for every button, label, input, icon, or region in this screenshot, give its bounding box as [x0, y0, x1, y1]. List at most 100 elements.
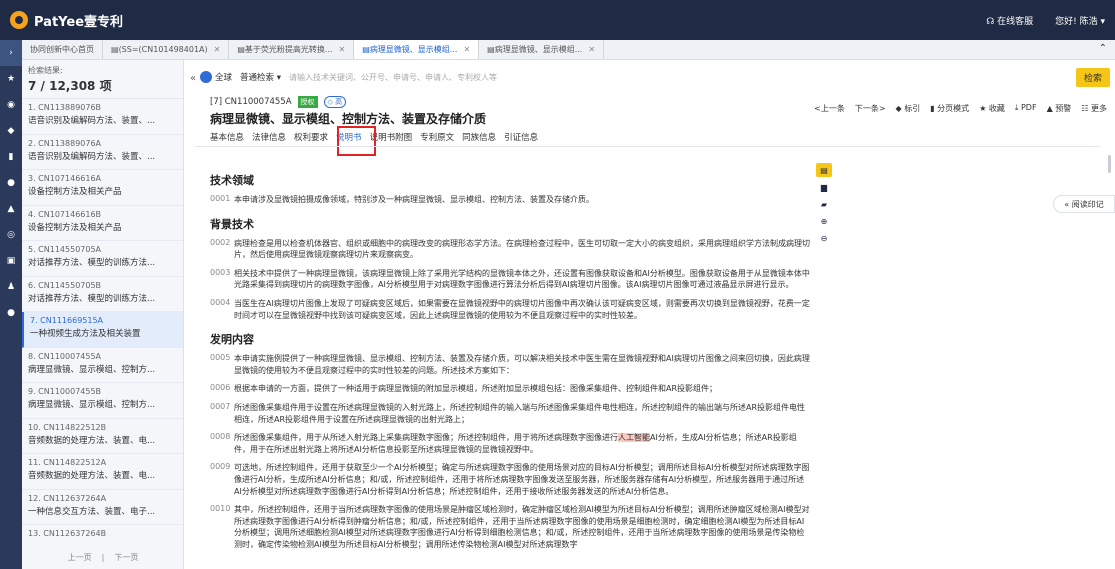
paragraph-number: 0003 [210, 267, 231, 277]
close-icon[interactable]: ✕ [214, 45, 221, 54]
section-heading: 发明内容 [210, 333, 254, 347]
doc-title: 病理显微镜、显示模组、控制方法、装置及存储介质 [210, 112, 487, 126]
value-badge-label: 高 [335, 98, 343, 106]
result-item[interactable]: 9. CN110007455B 病理显微镜、显示模组、控制方... [22, 383, 183, 419]
lock-icon[interactable]: ▲ [0, 196, 22, 222]
globe-icon[interactable]: ● [0, 300, 22, 326]
paragraph-text-part: 本申请实施例提供了一种病理显微镜、显示模组、控制方法、装置及存储介质，可以解决相… [234, 354, 810, 375]
prev-page-button[interactable]: 上一页 [68, 552, 92, 563]
file-icon[interactable]: ▆ [816, 180, 832, 194]
next-page-button[interactable]: 下一页 [114, 552, 138, 563]
paragraph: 0009 可选地，所述控制组件，还用于获取至少一个AI分析模型；确定与所述病理数字… [210, 462, 810, 497]
paragraph-number: 0005 [210, 353, 231, 363]
search-input[interactable]: 请输入技术关键词、公开号、申请号、申请人、专利权人等 [289, 72, 1110, 83]
paragraph-text-part: 本申请涉及显微镜拍摄成像领域，特别涉及一种病理显微镜、显示模组、控制方法、装置及… [234, 195, 594, 204]
box-icon[interactable]: ▣ [0, 248, 22, 274]
divider [195, 146, 1100, 147]
pager: 上一页 | 下一页 [22, 545, 183, 569]
result-item[interactable]: 8. CN110007455A 病理显微镜、显示模组、控制方... [22, 348, 183, 383]
close-icon[interactable]: ✕ [463, 45, 470, 54]
doc-tab[interactable]: 引证信息 [504, 131, 538, 143]
paragraph: 0002 病理检查是用以检查机体器官、组织或细胞中的病理改变的病理形态学方法。在病… [210, 238, 810, 261]
paragraph: 0001 本申请涉及显微镜拍摄成像领域，特别涉及一种病理显微镜、显示模组、控制方法… [210, 194, 810, 206]
tab-fluorescent[interactable]: ▤ 基于荧光粉提高光转换... ✕ [229, 40, 355, 59]
doc-tab[interactable]: 基本信息 [210, 131, 244, 143]
result-number: 11. CN114822512A [28, 458, 107, 467]
read-mark-button[interactable]: « 阅读印记 [1053, 195, 1115, 213]
toolbar-item[interactable]: ▲ 预警 [1047, 103, 1072, 114]
result-item[interactable]: 1. CN113889076B 语音识别及编解码方法、装置、... [22, 99, 183, 135]
toolbar-item[interactable]: ★ 收藏 [979, 103, 1005, 114]
collapse-panel-icon[interactable]: « [190, 73, 196, 84]
search-mode-dropdown[interactable]: 普通检索 ▾ [240, 71, 281, 83]
scrollbar[interactable] [1108, 155, 1111, 173]
doc-tab[interactable]: 同族信息 [462, 131, 496, 143]
paragraph-text: 根据本申请的一方面，提供了一种适用于病理显微镜的附加显示模组，所述附加显示模组包… [234, 383, 717, 395]
result-title: 设备控制方法及相关产品 [28, 187, 122, 197]
toolbar-item[interactable]: 下一条> [855, 103, 886, 114]
zoom-out-icon[interactable]: ⊖ [816, 231, 832, 245]
result-item[interactable]: 6. CN114550705B 对话推荐方法、模型的训练方法... [22, 277, 183, 312]
toolbar-item[interactable]: <上一条 [814, 103, 845, 114]
paragraph-text: 其中，所述控制组件，还用于当所述病理数字图像的使用场景是肿瘤区域检测时，确定肿瘤… [234, 504, 810, 550]
user-menu[interactable]: 您好! 陈浩 ▾ [1055, 14, 1105, 27]
star-icon[interactable]: ★ [0, 66, 22, 92]
doc-tab[interactable]: 法律信息 [252, 131, 286, 143]
doc-number: [7] CN110007455A [210, 97, 292, 107]
tab-home[interactable]: 协同创新中心首页 [22, 40, 103, 59]
doc-icon[interactable]: ▤ [816, 163, 832, 177]
toolbar-item[interactable]: ⤓ PDF [1015, 103, 1037, 114]
result-item[interactable]: 4. CN107146616B 设备控制方法及相关产品 [22, 206, 183, 241]
result-title: 音频数据的处理方法、装置、电... [28, 435, 156, 446]
toolbar-item[interactable]: ◆ 标引 [896, 103, 921, 114]
side-tools: ▤ ▆ ▰ ⊕ ⊖ [816, 163, 832, 248]
results-label: 检索结果: [28, 66, 63, 75]
result-item[interactable]: 7. CN111669515A 一种视频生成方法及相关装置 [22, 312, 183, 348]
close-icon[interactable]: ✕ [588, 45, 595, 54]
paragraph-text: 本申请实施例提供了一种病理显微镜、显示模组、控制方法、装置及存储介质，可以解决相… [234, 353, 810, 376]
chart-icon[interactable]: ▮ [0, 144, 22, 170]
result-item[interactable]: 10. CN114822512B 音频数据的处理方法、装置、电... [22, 419, 183, 454]
result-number: 5. CN114550705A [28, 245, 102, 254]
result-number: 1. CN113889076B [28, 103, 102, 112]
close-icon[interactable]: ✕ [339, 45, 346, 54]
result-number: 3. CN107146616A [28, 174, 102, 183]
target-icon[interactable]: ◉ [0, 92, 22, 118]
result-item[interactable]: 5. CN114550705A 对话推荐方法、模型的训练方法... [22, 241, 183, 277]
search-button[interactable]: 检索 [1076, 68, 1110, 87]
result-item[interactable]: 2. CN113889076A 语音识别及编解码方法、装置、... [22, 135, 183, 170]
result-number: 6. CN114550705B [28, 280, 102, 290]
customer-service-link[interactable]: ☊ 在线客服 [986, 14, 1033, 27]
paragraph-text-part: 其中，所述控制组件，还用于当所述病理数字图像的使用场景是肿瘤区域检测时，确定肿瘤… [234, 505, 810, 549]
comment-icon[interactable]: ▰ [816, 197, 832, 211]
person-icon[interactable]: ♟ [0, 274, 22, 300]
zoom-in-icon[interactable]: ⊕ [816, 214, 832, 228]
expand-icon[interactable]: › [0, 40, 22, 66]
toolbar-item[interactable]: ▮ 分页模式 [930, 103, 969, 114]
paragraph-text-part: 病理检查是用以检查机体器官、组织或细胞中的病理改变的病理形态学方法。在病理检查过… [234, 238, 810, 260]
compass-icon[interactable]: ◎ [0, 222, 22, 248]
collapse-icon[interactable]: ⌃ [1099, 43, 1107, 54]
scope-selector[interactable]: 全球 [215, 71, 232, 83]
tab-pathology-active[interactable]: ▤ 病理显微镜、显示模组... ✕ [354, 40, 480, 59]
result-item[interactable]: 12. CN112637264A 一种信息交互方法、装置、电子... [22, 490, 183, 525]
paragraph-number: 0001 [210, 194, 231, 203]
user-icon[interactable]: ● [0, 170, 22, 196]
doc-tab[interactable]: 专利原文 [420, 131, 454, 143]
result-number: 2. CN113889076A [28, 138, 102, 148]
left-nav: › ★ ◉ ◆ ▮ ● ▲ ◎ ▣ ♟ ● [0, 40, 22, 569]
tab-label: (SS=(CN101498401A) [118, 45, 208, 54]
result-item[interactable]: 3. CN107146616A 设备控制方法及相关产品 [22, 170, 183, 206]
toolbar-item[interactable]: ☷ 更多 [1081, 103, 1107, 114]
result-number: 8. CN110007455A [28, 351, 102, 361]
result-title: 对话推荐方法、模型的训练方法... [28, 258, 156, 268]
paragraph-number: 0002 [210, 237, 231, 247]
filter-icon[interactable]: ◆ [0, 118, 22, 144]
brand-logo[interactable]: PatYee壹专利 [10, 11, 123, 30]
result-title: 语音识别及编解码方法、装置、... [28, 151, 156, 162]
doc-tab[interactable]: 权利要求 [294, 131, 328, 143]
result-item[interactable]: 11. CN114822512A 音频数据的处理方法、装置、电... [22, 454, 183, 490]
tab-search-ss[interactable]: ▤ (SS=(CN101498401A) ✕ [103, 40, 230, 59]
tab-pathology[interactable]: ▤ 病理显微镜、显示模组... ✕ [479, 40, 605, 59]
doc-meta: [7] CN110007455A 授权 ◇ 高 [210, 96, 347, 108]
